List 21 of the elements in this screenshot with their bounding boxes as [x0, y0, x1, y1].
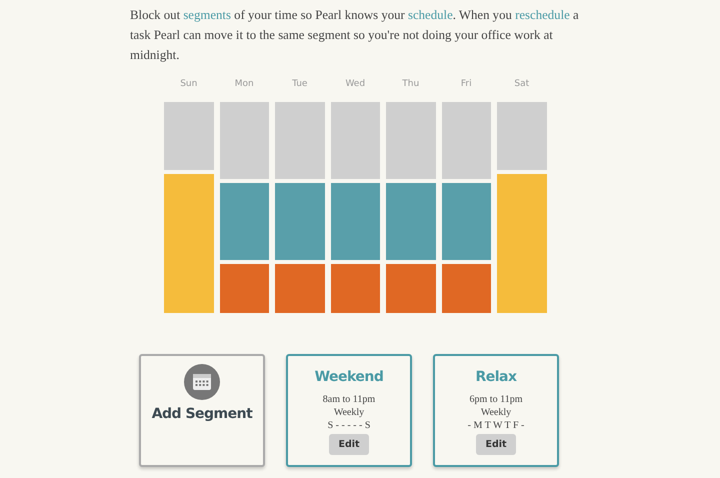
segment-days: S - - - - - S	[328, 419, 370, 432]
day-label: Mon	[234, 79, 255, 91]
segment-repeat: Weekly	[480, 406, 512, 419]
segment-name: Weekend	[314, 369, 384, 385]
calendar-icon	[184, 364, 220, 400]
edit-button[interactable]: Edit	[476, 434, 516, 455]
edit-button[interactable]: Edit	[329, 434, 369, 455]
day-label: Thu	[401, 79, 420, 91]
add-segment-label: Add Segment	[152, 406, 252, 422]
day-label: Wed	[344, 79, 366, 91]
segment-time: 8am to 11pm	[322, 393, 376, 406]
segment-days: - M T W T F -	[468, 419, 524, 432]
segment-repeat: Weekly	[334, 406, 364, 419]
day-label: Tue	[291, 79, 308, 91]
segment-time: 6pm to 11pm	[470, 393, 522, 406]
add-segment-card[interactable]: Add Segment	[139, 354, 265, 467]
day-label: Sat	[513, 79, 530, 91]
day-label: Sun	[179, 79, 198, 91]
day-label: Fri	[460, 79, 473, 91]
intro-paragraph: Block out segments of your time so Pearl knows your schedule. When you reschedule a task Pearl can move it to the same segment so you're not doing your office work at midnight.	[130, 7, 580, 64]
segment-name: Relax	[475, 369, 517, 385]
